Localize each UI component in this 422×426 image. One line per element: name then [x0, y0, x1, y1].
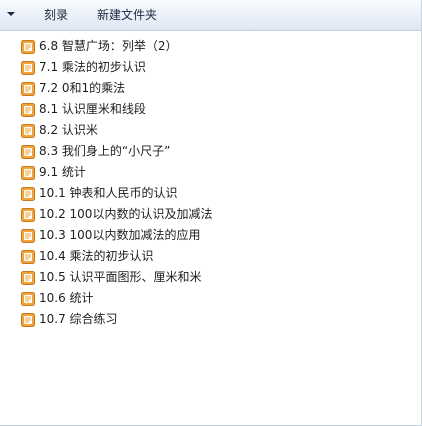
file-name-label: 8.3 我们身上的“小尺子” — [39, 144, 171, 158]
document-file-icon — [20, 123, 36, 139]
toolbar: 刻录 新建文件夹 — [0, 0, 421, 31]
document-file-icon — [20, 102, 36, 118]
file-name-label: 7.1 乘法的初步认识 — [39, 60, 146, 74]
file-name-label: 7.2 0和1的乘法 — [39, 81, 126, 95]
list-item[interactable]: 10.3 100以内数加减法的应用 — [0, 225, 420, 246]
list-item[interactable]: 10.4 乘法的初步认识 — [0, 246, 420, 267]
document-file-icon — [20, 228, 36, 244]
new-folder-button[interactable]: 新建文件夹 — [97, 5, 157, 25]
list-item[interactable]: 10.6 统计 — [0, 288, 420, 309]
document-file-icon — [20, 60, 36, 76]
list-item[interactable]: 10.7 综合练习 — [0, 309, 420, 330]
list-item[interactable]: 8.2 认识米 — [0, 120, 420, 141]
file-name-label: 6.8 智慧广场：列举（2） — [39, 39, 178, 53]
explorer-window: 刻录 新建文件夹 6.8 智慧广场：列举（2） 7.1 乘法的初步认识 7.2 0和… — [0, 0, 422, 426]
list-item[interactable]: 7.2 0和1的乘法 — [0, 78, 420, 99]
list-item[interactable]: 9.1 统计 — [0, 162, 420, 183]
document-file-icon — [20, 249, 36, 265]
file-name-label: 10.1 钟表和人民币的认识 — [39, 186, 178, 200]
list-item[interactable]: 10.5 认识平面图形、厘米和米 — [0, 267, 420, 288]
file-name-label: 10.2 100以内数的认识及加减法 — [39, 207, 213, 221]
burn-button[interactable]: 刻录 — [44, 5, 68, 25]
document-file-icon — [20, 270, 36, 286]
file-name-label: 10.4 乘法的初步认识 — [39, 249, 154, 263]
list-item[interactable]: 10.1 钟表和人民币的认识 — [0, 183, 420, 204]
file-name-label: 10.6 统计 — [39, 291, 94, 305]
list-item[interactable]: 7.1 乘法的初步认识 — [0, 57, 420, 78]
file-list: 6.8 智慧广场：列举（2） 7.1 乘法的初步认识 7.2 0和1的乘法 8.1 认… — [0, 36, 420, 330]
file-name-label: 10.7 综合练习 — [39, 312, 118, 326]
document-file-icon — [20, 207, 36, 223]
document-file-icon — [20, 165, 36, 181]
chevron-down-icon[interactable] — [2, 5, 20, 23]
file-name-label: 9.1 统计 — [39, 165, 86, 179]
document-file-icon — [20, 81, 36, 97]
document-file-icon — [20, 186, 36, 202]
document-file-icon — [20, 144, 36, 160]
list-item[interactable]: 6.8 智慧广场：列举（2） — [0, 36, 420, 57]
document-file-icon — [20, 312, 36, 328]
file-name-label: 10.5 认识平面图形、厘米和米 — [39, 270, 202, 284]
document-file-icon — [20, 291, 36, 307]
file-name-label: 8.1 认识厘米和线段 — [39, 102, 146, 116]
list-item[interactable]: 10.2 100以内数的认识及加减法 — [0, 204, 420, 225]
file-name-label: 8.2 认识米 — [39, 123, 98, 137]
file-name-label: 10.3 100以内数加减法的应用 — [39, 228, 201, 242]
list-item[interactable]: 8.3 我们身上的“小尺子” — [0, 141, 420, 162]
document-file-icon — [20, 39, 36, 55]
list-item[interactable]: 8.1 认识厘米和线段 — [0, 99, 420, 120]
